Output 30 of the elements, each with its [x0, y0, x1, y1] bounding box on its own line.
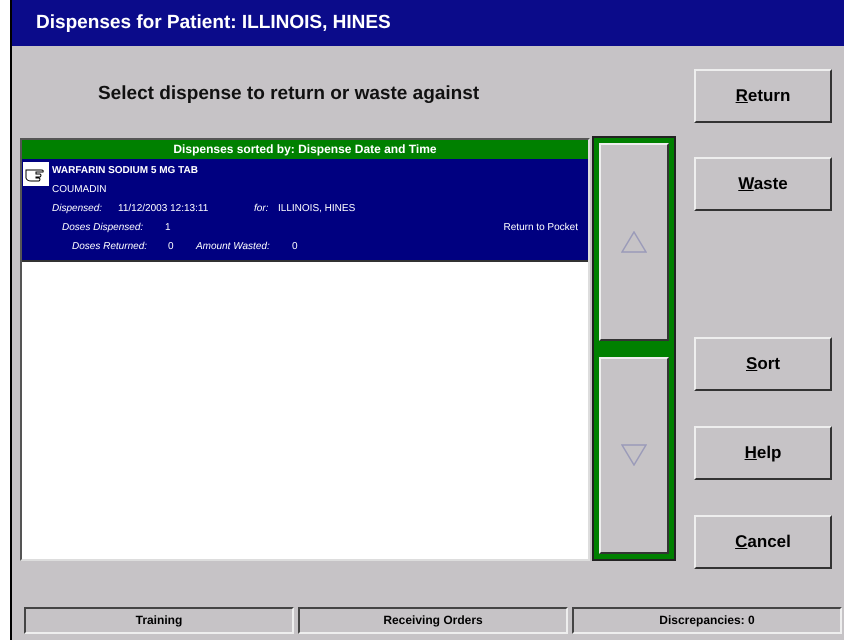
action-button[interactable]: Waste: [694, 157, 832, 211]
status-panel: Receiving Orders: [298, 606, 568, 634]
status-panel: Discrepancies: 0: [572, 606, 842, 634]
for-value: ILLINOIS, HINES: [278, 202, 356, 216]
title-bar: Dispenses for Patient: ILLINOIS, HINES: [10, 0, 844, 46]
status-panel: Training: [24, 606, 294, 634]
doses-dispensed-value: 1: [165, 221, 171, 235]
dispensed-label: Dispensed:: [52, 202, 102, 216]
dispense-row[interactable]: WARFARIN SODIUM 5 MG TAB COUMADIN Dispensed: 11/12/2003 12:13:11 for: ILLINOIS, HINES Doses Dispensed: 1 Return to Pocket Doses Returned: 0 Amount Wasted: 0: [22, 159, 588, 262]
scroll-down-button[interactable]: [599, 356, 669, 554]
scroll-up-button[interactable]: [599, 143, 669, 340]
list-header: Dispenses sorted by: Dispense Date and Time: [22, 140, 588, 159]
action-button[interactable]: Help: [694, 426, 832, 480]
action-button[interactable]: Sort: [694, 337, 832, 391]
amount-wasted-label: Amount Wasted:: [196, 240, 270, 254]
pointing-hand-icon: [23, 162, 49, 186]
down-triangle-icon: [621, 444, 647, 466]
destination-text: Return to Pocket: [504, 221, 578, 235]
instruction-text: Select dispense to return or waste against: [97, 82, 480, 106]
doses-returned-value: 0: [168, 240, 174, 254]
for-label: for:: [254, 202, 268, 216]
brand-name: COUMADIN: [52, 183, 106, 197]
drug-name: WARFARIN SODIUM 5 MG TAB: [52, 164, 198, 178]
action-button[interactable]: Cancel: [694, 515, 832, 569]
up-triangle-icon: [621, 230, 647, 253]
doses-dispensed-label: Doses Dispensed:: [62, 221, 144, 235]
action-button[interactable]: Return: [694, 69, 832, 123]
doses-returned-label: Doses Returned:: [72, 240, 148, 254]
dispensed-value: 11/12/2003 12:13:11: [118, 202, 208, 216]
amount-wasted-value: 0: [292, 240, 298, 254]
